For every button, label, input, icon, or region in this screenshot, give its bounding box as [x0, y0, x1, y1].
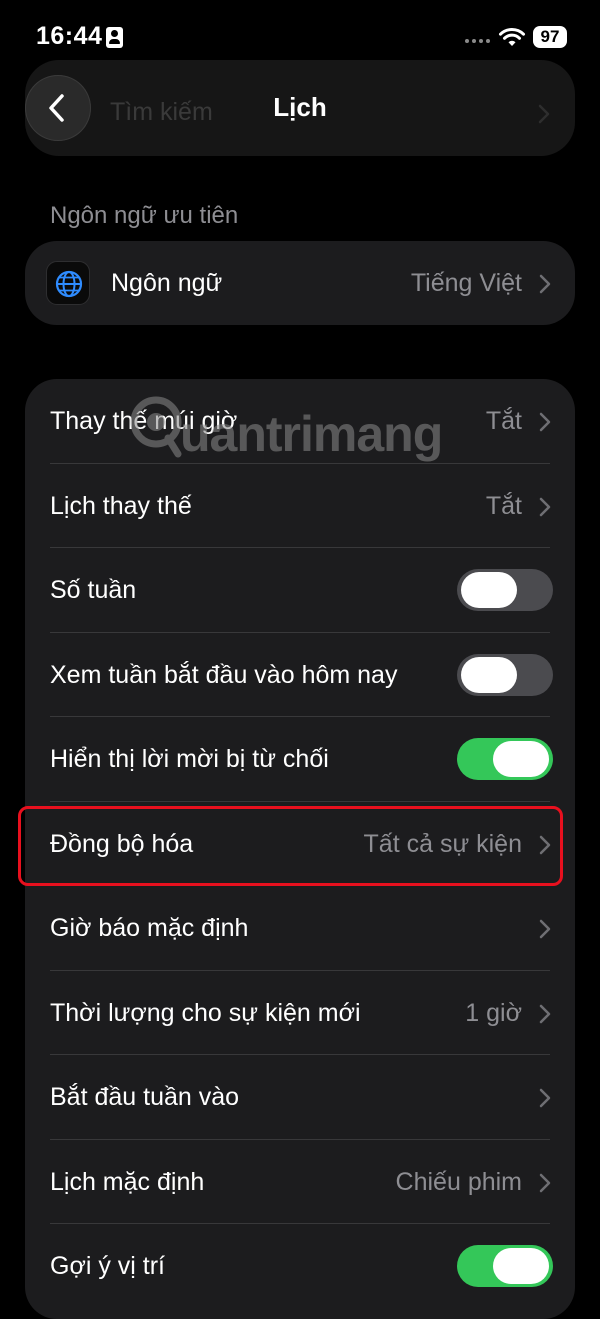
- settings-row-label: Số tuần: [50, 576, 137, 604]
- settings-row-label: Hiển thị lời mời bị từ chối: [50, 745, 329, 773]
- settings-row-label: Giờ báo mặc định: [50, 914, 249, 942]
- chevron-right-icon: [539, 1004, 551, 1029]
- settings-toggle[interactable]: [457, 653, 553, 696]
- toggle-knob: [493, 1248, 549, 1284]
- settings-row[interactable]: Bắt đầu tuần vào: [25, 1055, 575, 1140]
- watermark-text: uantrimang: [180, 406, 443, 462]
- settings-row[interactable]: Lịch thay thế Tắt: [25, 464, 575, 548]
- watermark-logo-icon: [130, 396, 182, 458]
- settings-row-value: Tắt: [485, 407, 522, 435]
- highlight-box: [18, 806, 563, 886]
- settings-row-label: Xem tuần bắt đầu vào hôm nay: [50, 660, 398, 689]
- language-label: Ngôn ngữ: [111, 269, 223, 297]
- settings-row-label: Lịch mặc định: [50, 1167, 205, 1196]
- settings-row[interactable]: Hiển thị lời mời bị từ chối: [25, 717, 575, 802]
- status-time: 16:44: [36, 22, 103, 50]
- settings-row-label: Lịch thay thế: [50, 491, 192, 520]
- page-title: Lịch: [273, 92, 327, 122]
- settings-toggle[interactable]: [457, 1245, 553, 1287]
- settings-row[interactable]: Lịch mặc định Chiếu phim: [25, 1140, 575, 1224]
- toggle-knob: [461, 656, 517, 693]
- language-row[interactable]: Ngôn ngữ Tiếng Việt: [25, 241, 575, 325]
- wifi-icon: [499, 28, 525, 46]
- settings-row[interactable]: Thời lượng cho sự kiện mới 1 giờ: [25, 971, 575, 1055]
- chevron-right-icon: [539, 919, 551, 944]
- section-header-language: Ngôn ngữ ưu tiên: [50, 202, 239, 229]
- settings-row-label: Thời lượng cho sự kiện mới: [50, 998, 361, 1027]
- battery-icon: 97: [533, 26, 567, 48]
- chevron-right-icon: [539, 497, 551, 522]
- language-value: Tiếng Việt: [410, 269, 522, 297]
- chevron-right-icon: [539, 1088, 551, 1113]
- settings-row[interactable]: Số tuần: [25, 548, 575, 633]
- toggle-knob: [493, 741, 549, 777]
- signal-dots-icon: [465, 39, 490, 43]
- settings-row-value: Tắt: [485, 491, 522, 520]
- settings-row[interactable]: Giờ báo mặc định: [25, 886, 575, 971]
- settings-row-value: 1 giờ: [465, 998, 522, 1027]
- id-card-icon: [106, 27, 123, 48]
- settings-toggle[interactable]: [457, 569, 553, 611]
- chevron-right-icon: [539, 412, 551, 437]
- settings-row[interactable]: Xem tuần bắt đầu vào hôm nay: [25, 633, 575, 717]
- chevron-right-icon: [539, 274, 551, 294]
- settings-toggle[interactable]: [457, 738, 553, 780]
- globe-icon: [46, 261, 90, 305]
- language-group: Ngôn ngữ Tiếng Việt: [25, 241, 575, 325]
- settings-row-value: Chiếu phim: [395, 1167, 522, 1196]
- settings-row-label: Bắt đầu tuần vào: [50, 1083, 240, 1111]
- chevron-right-icon: [539, 1173, 551, 1198]
- settings-row[interactable]: Gợi ý vị trí: [25, 1224, 575, 1309]
- settings-row-label: Gợi ý vị trí: [50, 1252, 166, 1280]
- toggle-knob: [461, 572, 517, 608]
